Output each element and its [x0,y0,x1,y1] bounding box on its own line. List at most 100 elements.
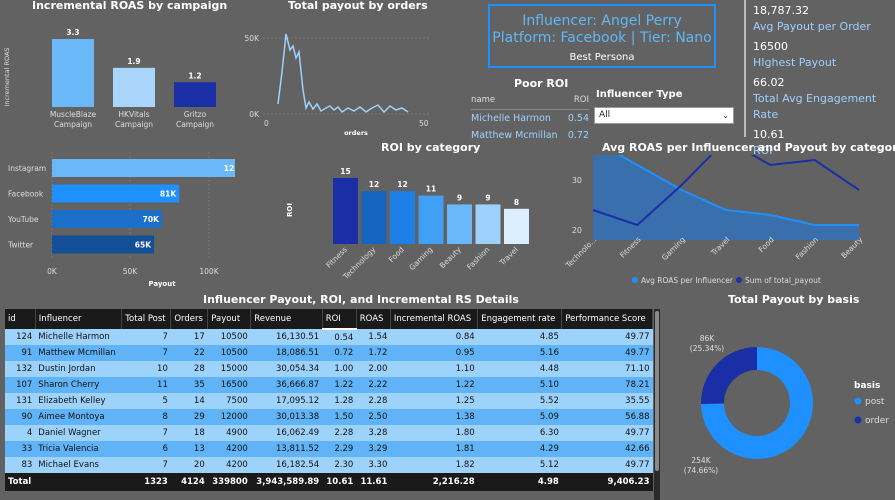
details-col-header[interactable]: Payout [207,309,252,329]
incremental-roas-category: Gritzo [184,110,207,119]
table-cell: Daniel Wagner [35,425,122,441]
table-cell: 124 [5,329,36,345]
payout-by-orders-title: Total payout by orders [288,0,428,12]
table-cell: 4 [5,425,36,441]
payout-line [277,33,409,114]
roi-category-value: 9 [457,193,462,202]
table-cell: 3.28 [356,425,391,441]
total-cell: 4124 [170,473,208,491]
avg-roas-y-tick: 30 [572,176,582,185]
avg-roas-category-label: Technolo... [563,235,598,270]
details-scrollbar[interactable] [654,309,660,500]
table-cell: Michael Evans [35,457,122,473]
roi-category-value: 15 [340,167,350,176]
table-cell: 2.22 [356,377,391,393]
platform-x-label: Payout [148,280,176,288]
details-col-header[interactable]: Orders [170,309,209,329]
legend-payout-label: Sum of total_payout [745,276,821,285]
incremental-roas-value: 3.3 [66,28,79,37]
platform-x-tick: 0K [47,267,58,276]
table-row[interactable]: 90 Aimee Montoya 8 29 12000 30,013.38 1.50 2.50… [5,409,653,425]
details-col-header[interactable]: Influencer [35,309,123,329]
poor-roi-col-roi: ROI [573,95,589,105]
influencer-type-selected: All [599,110,611,120]
platform-x-tick: 50K [123,267,139,276]
table-cell: 107 [5,377,36,393]
donut-slice-order [701,347,757,405]
total-cell [35,473,122,491]
incremental-roas-ylabel: Incremental ROAS [3,47,11,106]
table-cell: 91 [5,345,36,361]
table-row[interactable]: 91 Matthew Mcmillan 7 22 10500 18,086.51 0.72 1… [5,345,653,361]
roi-category-label: Travel [497,245,520,268]
payout-x-tick: 50 [419,119,429,128]
table-row[interactable]: 33 Tricia Valencia 6 13 4200 13,811.52 2.29 3.2… [5,441,653,457]
table-cell: 7500 [207,393,251,409]
details-table-container: id Influencer Total Post Orders Payout Revenu… [5,309,660,500]
table-cell: 71.10 [561,361,653,377]
table-cell: Dustin Jordan [35,361,122,377]
total-cell: 9,406.23 [561,473,653,491]
table-cell: Sharon Cherry [35,377,122,393]
basis-legend-post: post [865,397,885,407]
payout-basis-chart: 86K (25.34%) 254K (74.66%) basis post or… [684,334,890,475]
table-cell: 2.00 [356,361,391,377]
table-cell: 13,811.52 [250,441,323,457]
roi-category-bar [447,204,472,244]
roi-category-value: 12 [397,180,407,189]
table-row[interactable]: 124 Michelle Harmon 7 17 10500 16,130.51 0.54 1… [5,329,653,345]
table-cell: 16500 [207,377,251,393]
table-row[interactable]: 107 Sharon Cherry 11 35 16500 36,666.87 1.22 2.… [5,377,653,393]
table-total-row: Total 1323 4124 339800 3,943,589.89 10.61 11.6… [5,473,653,491]
table-cell: 4.29 [477,441,562,457]
details-col-header[interactable]: ROAS [356,309,391,329]
platform-payout-chart: Instagram 125K Facebook 81K YouTube 70K Twitte… [7,152,235,288]
table-cell: 18 [170,425,208,441]
table-cell: 49.77 [561,425,653,441]
details-col-header[interactable]: Performance Score [561,309,653,329]
table-cell: Michelle Harmon [35,329,122,345]
persona-influencer: Influencer: Angel Perry [522,13,682,29]
influencer-type-dropdown[interactable]: All ⌄ [594,107,734,124]
table-cell: 30,013.38 [250,409,323,425]
table-cell: 17,095.12 [250,393,323,409]
table-cell: 8 [121,409,171,425]
post-slice-pct: (74.66%) [684,466,719,475]
table-row[interactable]: 4 Daniel Wagner 7 18 4900 16,062.49 2.28 3.28 1.… [5,425,653,441]
total-cell: 11.61 [356,473,391,491]
details-col-header[interactable]: Engagement rate [477,309,563,329]
table-cell: 4200 [207,441,251,457]
details-col-header[interactable]: Total Post [121,309,172,329]
table-row[interactable]: 83 Michael Evans 7 20 4200 16,182.54 2.30 3.30 1… [5,457,653,473]
table-cell: 10500 [207,345,251,361]
table-cell: 30,054.34 [250,361,323,377]
incremental-roas-bar [113,67,155,107]
roi-category-label: Fashion [465,245,492,272]
table-cell: 35.55 [561,393,653,409]
persona-caption: Best Persona [569,52,635,63]
details-col-header[interactable]: id [5,309,36,329]
platform-value: 125K [224,164,235,173]
table-row[interactable]: 131 Elizabeth Kelley 5 14 7500 17,095.12 1.28 2… [5,393,653,409]
table-cell: 10500 [207,329,251,345]
total-cell: 4.98 [477,473,562,491]
kpi-divider [744,0,746,137]
roi-category-chart: ROI 15Fitness12Technology12Food11Gaming9… [286,167,529,282]
table-row[interactable]: 132 Dustin Jordan 10 28 15000 30,054.34 1.00 2.… [5,361,653,377]
table-cell: 16,130.51 [250,329,323,345]
table-cell: 2.28 [356,393,391,409]
table-cell: 13 [170,441,208,457]
legend-roas-label: Avg ROAS per Influencer [641,276,734,285]
details-col-header[interactable]: Revenue [250,309,323,329]
table-cell: 10 [121,361,171,377]
table-cell: 2.28 [322,425,357,441]
details-title: Influencer Payout, ROI, and Incremental … [203,293,519,306]
kpi-engagement-label: Total Avg Engagement Rate [753,92,877,121]
roi-category-bar [390,191,415,244]
basis-legend-post-swatch [854,397,862,405]
table-cell: 14 [170,393,208,409]
roi-category-value: 12 [369,180,379,189]
details-col-header[interactable]: Incremental ROAS [390,309,479,329]
scrollbar-thumb[interactable] [655,311,659,471]
details-col-header[interactable]: ROI [322,309,357,330]
